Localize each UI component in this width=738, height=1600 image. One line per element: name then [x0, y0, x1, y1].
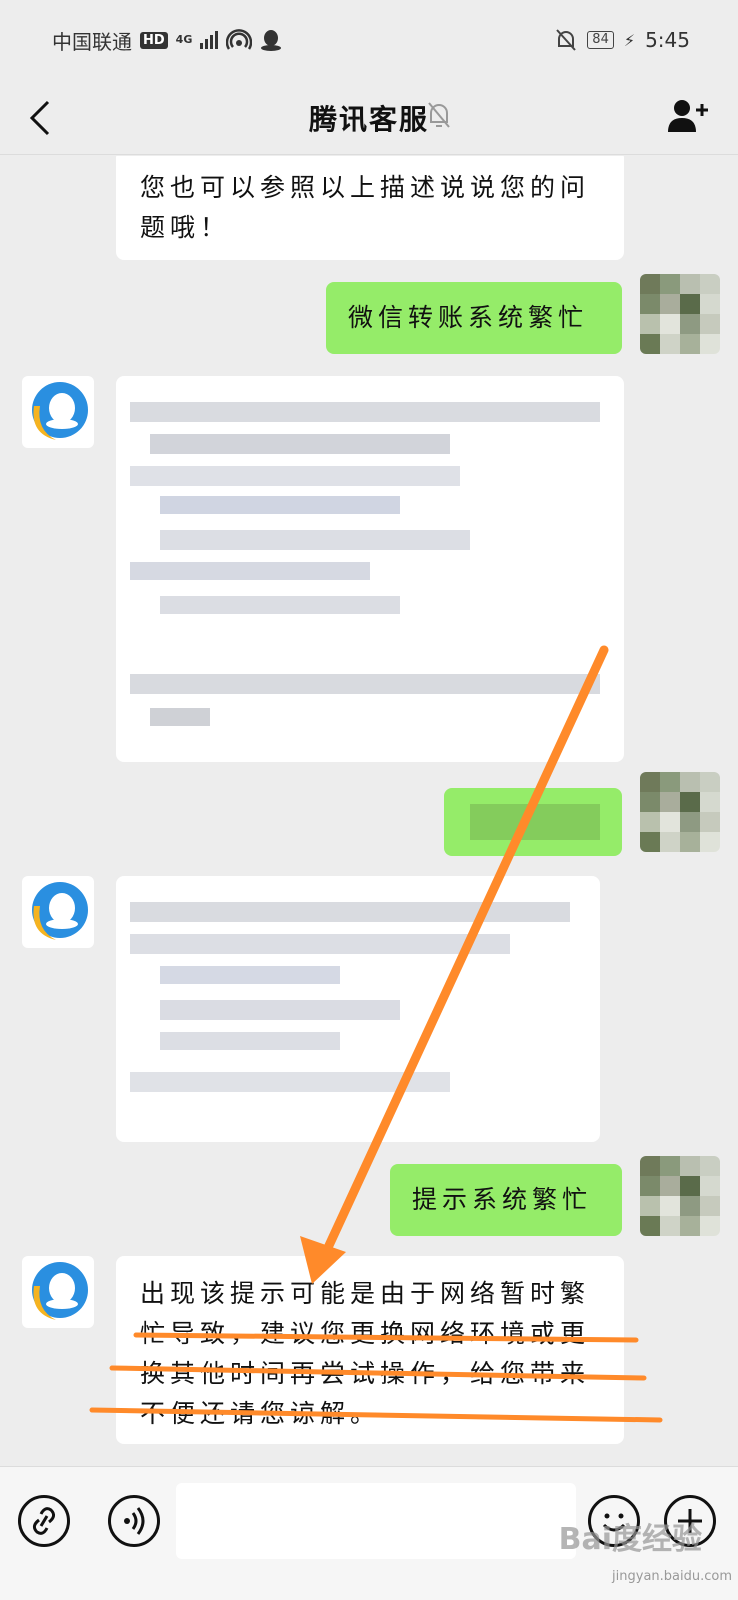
voice-icon: [124, 1507, 145, 1535]
message-text: 您也可以参照以上描述说说您的问题哦！: [140, 173, 591, 242]
carrier-label: 中国联通: [52, 29, 132, 54]
watermark-logo: Bai度经验: [558, 1522, 702, 1557]
message-bubble-bot[interactable]: 出现该提示可能是由于网络暂时繁忙导致，建议您更换网络环境或更换其他时间再尝试操作…: [116, 1256, 624, 1444]
network-type: 4G: [175, 33, 193, 46]
link-icon: [32, 1507, 56, 1535]
qq-icon: [261, 30, 282, 51]
message-bubble-user[interactable]: 微信转账系统繁忙: [326, 282, 622, 354]
qq-bubble-icon: [32, 382, 88, 440]
status-left: 中国联通 HD 4G: [52, 26, 282, 55]
message-bubble-bot[interactable]: 您也可以参照以上描述说说您的问题哦！: [116, 156, 624, 260]
qq-bubble-icon: [32, 882, 88, 940]
user-avatar[interactable]: [640, 274, 720, 354]
hd-badge: HD: [140, 31, 168, 49]
bot-avatar[interactable]: [22, 1256, 94, 1328]
status-right: 84 ⚡ 5:45: [555, 28, 690, 52]
status-bar: 中国联通 HD 4G 84 ⚡ 5:45: [0, 0, 738, 80]
bot-avatar[interactable]: [22, 376, 94, 448]
user-avatar[interactable]: [640, 772, 720, 852]
redacted-text: [130, 896, 590, 1126]
message-text: 出现该提示可能是由于网络暂时繁忙导致，建议您更换网络环境或更换其他时间再尝试操作…: [140, 1279, 591, 1428]
clock: 5:45: [645, 28, 690, 52]
chat-area[interactable]: 您也可以参照以上描述说说您的问题哦！ 微信转账系统繁忙 提示系统繁忙 出现该提示…: [0, 156, 738, 1466]
battery-indicator: 84: [587, 31, 614, 49]
message-bubble-user[interactable]: 提示系统繁忙: [390, 1164, 622, 1236]
redacted-text: [470, 804, 600, 840]
watermark-site: jingyan.baidu.com: [612, 1569, 732, 1584]
add-user-icon[interactable]: [668, 98, 708, 134]
link-button[interactable]: [18, 1495, 70, 1547]
chat-title: 腾讯客服: [308, 103, 429, 136]
input-bar: Bai度经验 jingyan.baidu.com: [0, 1466, 738, 1600]
bot-avatar[interactable]: [22, 876, 94, 948]
voice-button[interactable]: [108, 1495, 160, 1547]
signal-icon: [200, 31, 219, 49]
hotspot-icon: [226, 29, 253, 50]
redacted-text: [130, 396, 610, 736]
qq-bubble-icon: [32, 1262, 88, 1320]
mute-bell-icon: [428, 102, 450, 128]
message-text: 微信转账系统繁忙: [348, 303, 589, 332]
nav-bar: 腾讯客服: [0, 80, 738, 155]
charging-icon: ⚡: [623, 30, 636, 50]
user-avatar[interactable]: [640, 1156, 720, 1236]
bell-off-icon: [556, 29, 577, 51]
message-text: 提示系统繁忙: [412, 1185, 593, 1214]
message-input[interactable]: [176, 1483, 576, 1559]
